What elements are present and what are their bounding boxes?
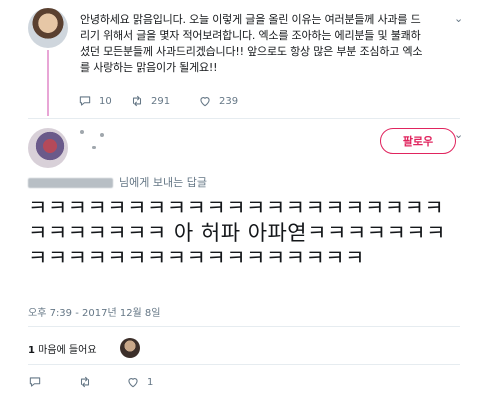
chevron-down-icon[interactable]: ⌄: [454, 128, 463, 141]
replying-to: 님에게 보내는 답글: [28, 174, 207, 190]
replying-to-label: 님에게 보내는 답글: [119, 176, 207, 189]
likes-row[interactable]: 1 마음에 들어요: [28, 341, 97, 356]
reply-text: ㅋㅋㅋㅋㅋㅋㅋㅋㅋㅋㅋㅋㅋㅋㅋㅋㅋㅋㅋㅋㅋㅋㅋㅋㅋㅋㅋㅋ 아 허파 아파엳ㅋㅋㅋ…: [28, 196, 446, 270]
thread-connector-line: [47, 50, 49, 116]
redacted-name: [100, 133, 104, 137]
reply-icon: [29, 377, 41, 387]
timestamp[interactable]: 오후 7:39 - 2017년 12월 8일: [28, 304, 161, 319]
likes-count: 1: [28, 345, 35, 356]
like-count: 1: [147, 376, 154, 388]
reply-button[interactable]: 10: [78, 94, 112, 108]
divider: [28, 364, 460, 365]
redacted-name: [80, 130, 84, 134]
redacted-handle: [92, 146, 96, 149]
tweet-text: 안녕하세요 맑음입니다. 오늘 이렇게 글을 올린 이유는 여러분들께 사과를 …: [80, 13, 423, 74]
reply-button[interactable]: [28, 375, 42, 389]
likes-label: 마음에 들어요: [38, 345, 97, 356]
heart-icon: [128, 378, 138, 388]
retweet-icon: [132, 95, 142, 107]
chevron-down-icon[interactable]: ⌄: [454, 12, 463, 25]
reply-count: 10: [99, 95, 112, 107]
retweet-icon: [80, 376, 90, 388]
heart-icon: [200, 97, 210, 107]
like-count: 239: [219, 95, 239, 107]
avatar[interactable]: [28, 8, 68, 48]
follow-button[interactable]: 팔로우: [380, 128, 456, 154]
redacted-handle[interactable]: [28, 178, 113, 188]
reply-actions: 1: [28, 375, 228, 391]
divider: [28, 326, 460, 327]
like-button[interactable]: 1: [126, 375, 153, 389]
reply-icon: [79, 96, 91, 106]
liker-avatar[interactable]: [120, 338, 140, 358]
like-button[interactable]: 239: [198, 94, 238, 108]
retweet-button[interactable]: [78, 375, 92, 389]
retweet-button[interactable]: 291: [130, 94, 170, 108]
reply-avatar[interactable]: [28, 128, 68, 168]
divider: [28, 118, 460, 119]
retweet-count: 291: [151, 95, 171, 107]
tweet-actions: 10 291 239: [78, 94, 378, 110]
